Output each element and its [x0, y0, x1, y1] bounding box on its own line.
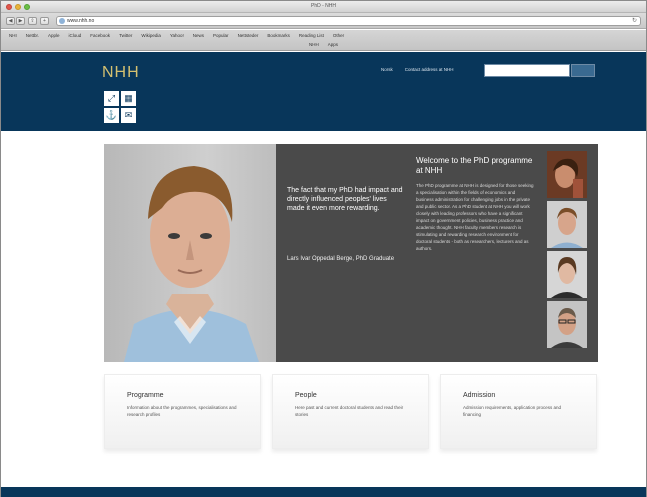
back-button[interactable]: ◀	[6, 17, 15, 25]
card-description: Here past and current doctoral students …	[295, 405, 404, 417]
profile-thumbnail[interactable]	[547, 201, 587, 248]
bookmarks-row: NHH Apps	[9, 42, 638, 47]
profile-thumbnail[interactable]	[547, 151, 587, 198]
site-favicon-icon	[59, 18, 65, 24]
testimonial-quote: The fact that my PhD had impact and dire…	[287, 187, 403, 212]
quick-links-grid: ⤢ ▦ ⚓ ✉	[104, 91, 136, 124]
bookmark-item[interactable]: News	[193, 33, 204, 38]
window-title: PhD - NHH	[310, 3, 336, 9]
mail-icon[interactable]: ✉	[121, 108, 136, 123]
header-links: Norsk Contact address at NHH	[381, 67, 454, 72]
language-link[interactable]: Norsk	[381, 67, 393, 72]
card-description: Admission requirements, application proc…	[463, 405, 562, 417]
card-people[interactable]: People Here past and current doctoral st…	[272, 374, 429, 449]
card-title: Admission	[463, 392, 496, 399]
bookmark-item[interactable]: Wikipedia	[141, 33, 161, 38]
card-title: People	[295, 392, 317, 399]
anchor-icon[interactable]: ⚓	[104, 108, 119, 123]
graduate-portrait	[104, 144, 276, 362]
welcome-heading: Welcome to the PhD programme at NHH	[416, 156, 533, 175]
forward-arrow-icon: ▶	[18, 18, 23, 24]
search-button[interactable]	[571, 64, 595, 77]
grid-icon[interactable]: ▦	[121, 91, 136, 106]
site-header: NHH Norsk Contact address at NHH ⤢ ▦ ⚓ ✉	[1, 52, 646, 131]
testimonial-attribution: Lars Ivar Oppedal Berge, PhD Graduate	[287, 256, 395, 262]
bookmark-item[interactable]: Other	[333, 33, 344, 38]
search-input[interactable]	[484, 64, 570, 77]
bookmark-item[interactable]: Bookmarks	[267, 33, 290, 38]
bookmark-item[interactable]: Reading List	[299, 33, 324, 38]
site-logo[interactable]: NHH	[102, 64, 140, 82]
profile-thumbnails	[547, 151, 587, 348]
card-title: Programme	[127, 392, 164, 399]
title-bar: PhD - NHH	[1, 1, 646, 13]
card-programme[interactable]: Programme Information about the programm…	[104, 374, 261, 449]
profile-thumbnail[interactable]	[547, 251, 587, 298]
contact-link[interactable]: Contact address at NHH	[405, 67, 454, 72]
bookmark-item[interactable]: Nettbr.	[26, 33, 39, 38]
bookmark-item[interactable]: Nettsteder	[238, 33, 259, 38]
hero-banner: The fact that my PhD had impact and dire…	[104, 144, 598, 362]
bookmark-item[interactable]: Apps	[328, 42, 338, 47]
forward-button[interactable]: ▶	[16, 17, 25, 25]
browser-window: PhD - NHH ◀ ▶ ⇧ + www.nhh.no ↻ NHI Nettbr…	[0, 0, 647, 497]
plus-icon: +	[43, 18, 46, 24]
bookmark-item[interactable]: Yahoo!	[170, 33, 184, 38]
bookmark-item[interactable]: iCloud	[69, 33, 82, 38]
bookmark-item[interactable]: Facebook	[90, 33, 110, 38]
bookmarks-bar: NHI Nettbr. Apple iCloud Facebook Twitter Wiki…	[1, 30, 646, 51]
card-description: Information about the programmes, specia…	[127, 405, 237, 417]
resize-icon[interactable]: ⤢	[104, 91, 119, 106]
browser-toolbar: ◀ ▶ ⇧ + www.nhh.no ↻	[1, 13, 646, 29]
share-button[interactable]: ⇧	[28, 17, 37, 25]
add-bookmark-button[interactable]: +	[40, 17, 49, 25]
profile-thumbnail[interactable]	[547, 301, 587, 348]
bookmark-item[interactable]: Twitter	[119, 33, 132, 38]
bookmarks-row: NHI Nettbr. Apple iCloud Facebook Twitter Wiki…	[9, 33, 638, 38]
url-text: www.nhh.no	[67, 18, 95, 24]
back-arrow-icon: ◀	[8, 18, 13, 24]
share-icon: ⇧	[30, 18, 35, 24]
reload-icon[interactable]: ↻	[632, 17, 637, 25]
welcome-text: The PhD programme at NHH is designed for…	[416, 183, 534, 251]
site-footer	[1, 487, 646, 497]
bookmark-item[interactable]: NHI	[9, 33, 17, 38]
card-admission[interactable]: Admission Admission requirements, applic…	[440, 374, 597, 449]
bookmark-item[interactable]: Apple	[48, 33, 60, 38]
bookmark-item[interactable]: Popular	[213, 33, 229, 38]
info-cards: Programme Information about the programm…	[104, 374, 598, 454]
address-bar[interactable]: www.nhh.no ↻	[56, 16, 641, 26]
bookmark-item[interactable]: NHH	[309, 42, 319, 47]
